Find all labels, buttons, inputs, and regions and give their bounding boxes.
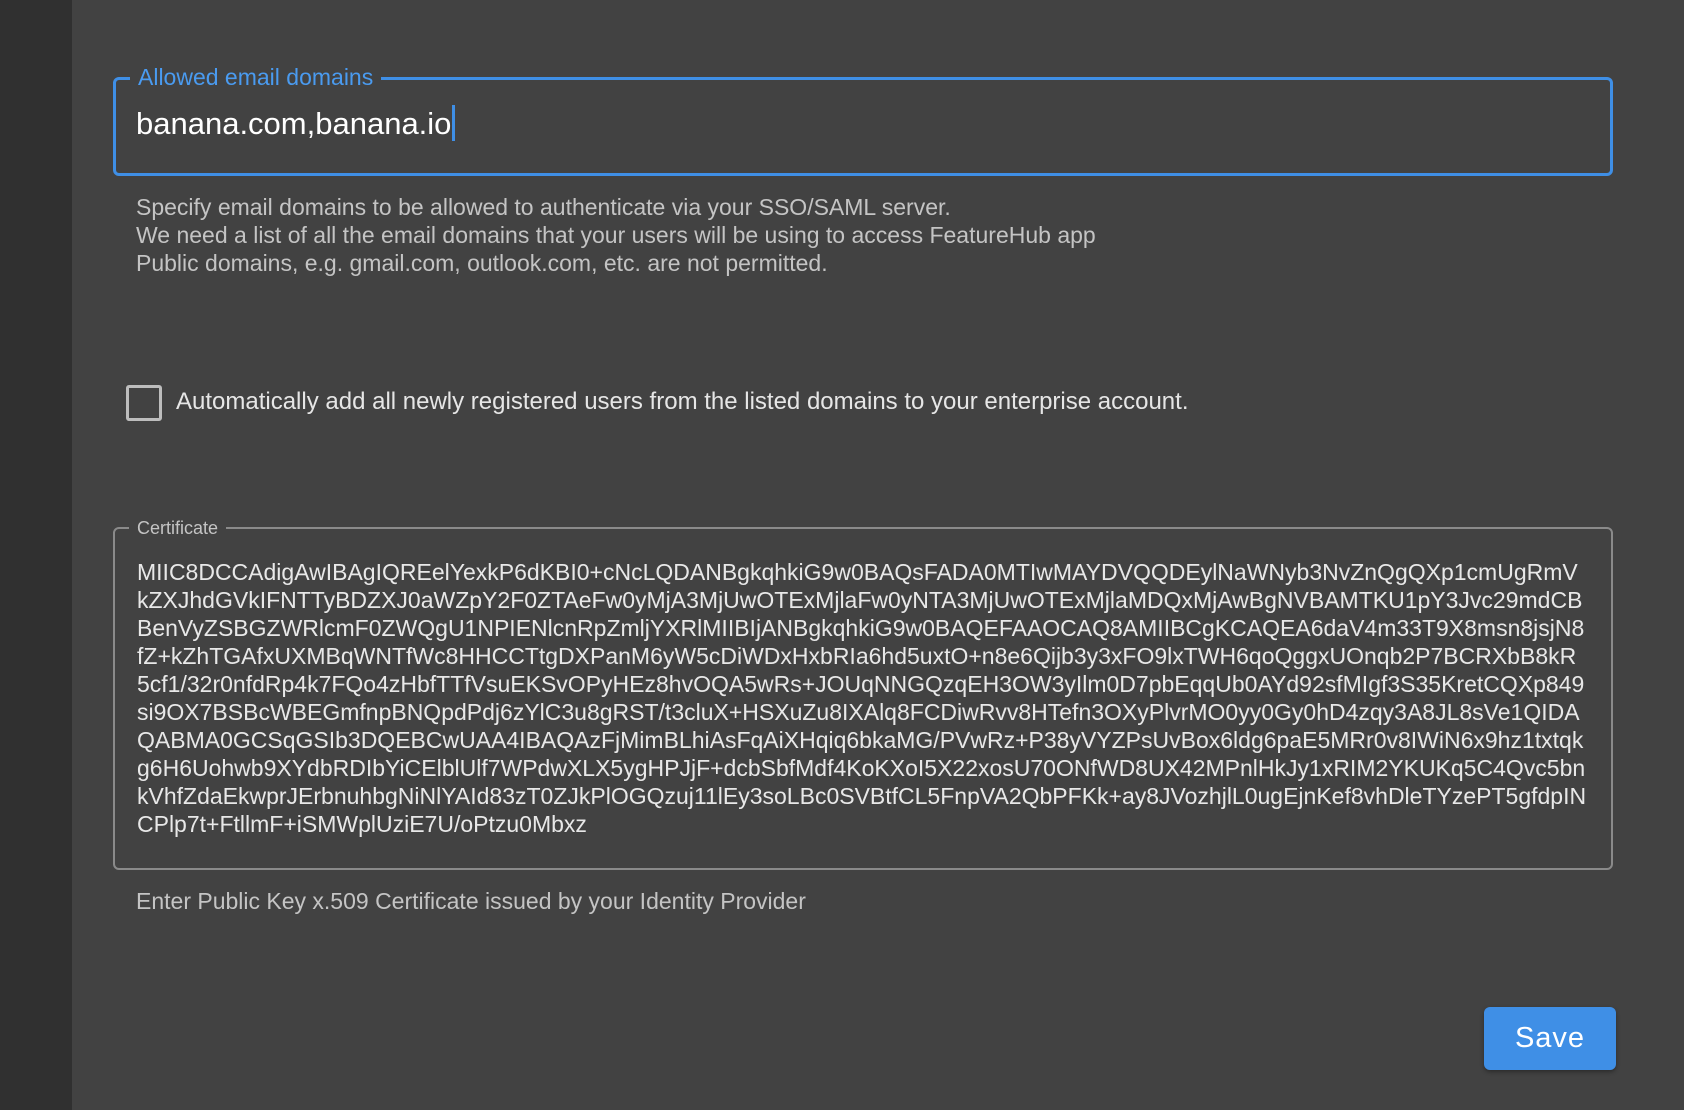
save-button[interactable]: Save	[1484, 1007, 1616, 1070]
allowed-email-domains-label: Allowed email domains	[130, 63, 382, 91]
allowed-email-domains-value: banana.com,banana.io	[136, 106, 452, 141]
certificate-textarea[interactable]: MIIC8DCCAdigAwIBAgIQREelYexkP6dKBI0+cNcL…	[137, 558, 1587, 840]
email-domains-helper-line-2: We need a list of all the email domains …	[136, 222, 1096, 248]
text-caret	[452, 105, 456, 141]
left-rail	[0, 0, 72, 1110]
auto-add-users-checkbox[interactable]	[126, 385, 162, 421]
allowed-email-domains-field[interactable]: Allowed email domains banana.com,banana.…	[113, 63, 1613, 176]
allowed-email-domains-input[interactable]: banana.com,banana.io	[136, 105, 456, 143]
auto-add-users-label[interactable]: Automatically add all newly registered u…	[176, 387, 1189, 417]
email-domains-helper-line-3: Public domains, e.g. gmail.com, outlook.…	[136, 250, 828, 276]
certificate-label: Certificate	[129, 517, 227, 539]
certificate-helper: Enter Public Key x.509 Certificate issue…	[136, 888, 806, 914]
email-domains-helper-line-1: Specify email domains to be allowed to a…	[136, 194, 951, 220]
certificate-field[interactable]: Certificate MIIC8DCCAdigAwIBAgIQREelYexk…	[113, 517, 1613, 870]
